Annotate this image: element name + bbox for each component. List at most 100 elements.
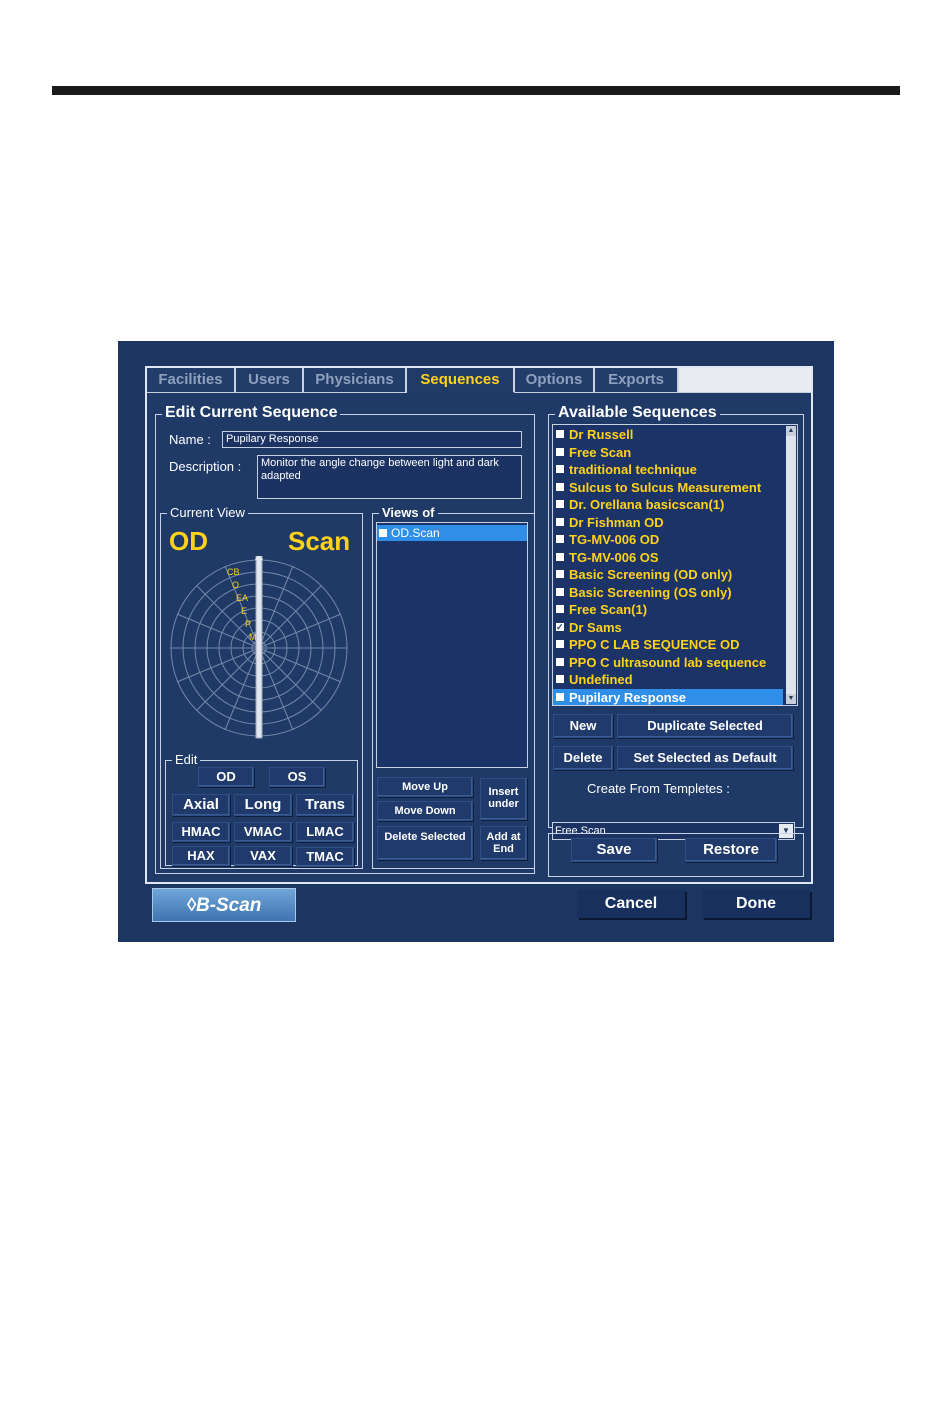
current-view-group: Current View OD Scan CB O EA E P M Edit … (160, 506, 363, 869)
vmac-button[interactable]: VMAC (234, 822, 292, 842)
sequence-list-item[interactable]: TG-MV-006 OS (553, 549, 783, 566)
sequence-checkbox[interactable] (556, 430, 564, 438)
hax-button[interactable]: HAX (172, 846, 230, 866)
vax-button[interactable]: VAX (234, 846, 292, 866)
sequence-label: Undefined (569, 672, 633, 687)
tab-sequences[interactable]: Sequences (407, 368, 515, 393)
view-item-label: OD.Scan (391, 526, 440, 540)
sequence-checkbox[interactable] (556, 605, 564, 613)
tmac-button[interactable]: TMAC (296, 847, 354, 867)
sequence-list-item[interactable]: Dr Fishman OD (553, 514, 783, 531)
sequence-checkbox[interactable] (556, 447, 564, 456)
name-field[interactable]: Pupilary Response (222, 431, 522, 448)
new-sequence-button[interactable]: New (553, 714, 613, 738)
edit-view-title: Edit (172, 753, 201, 767)
trans-button[interactable]: Trans (296, 794, 354, 816)
insert-under-button[interactable]: Insert under (480, 778, 527, 820)
hmac-button[interactable]: HMAC (172, 822, 230, 842)
sequence-checkbox[interactable] (556, 482, 564, 491)
eye-label: OD (169, 526, 208, 556)
move-down-button[interactable]: Move Down (377, 801, 473, 821)
available-sequences-list[interactable]: Dr Russell Free Scan traditional technique… (552, 424, 798, 706)
scroll-down-icon[interactable]: ▼ (786, 694, 796, 704)
lmac-button[interactable]: LMAC (296, 822, 354, 842)
sequence-list-item[interactable]: traditional technique (553, 461, 783, 478)
diagram-label-e: E (241, 606, 248, 616)
done-button[interactable]: Done (702, 890, 810, 918)
sequence-checkbox[interactable] (556, 465, 564, 473)
set-default-button[interactable]: Set Selected as Default (617, 746, 793, 770)
sequence-list-item[interactable]: Pupilary Response (553, 688, 783, 705)
eye-position-diagram[interactable] (167, 556, 357, 746)
sequence-checkbox[interactable] (556, 675, 564, 683)
sequence-list-scrollbar[interactable]: ▲ ▼ (786, 426, 796, 704)
sequence-list-item[interactable]: PPO C ultrasound lab sequence (553, 654, 783, 671)
sequence-list-item[interactable]: Free Scan (553, 444, 783, 461)
sequence-list-item[interactable]: Dr Russell (553, 426, 783, 443)
sequence-list-item[interactable]: Basic Screening (OS only) (553, 584, 783, 601)
available-sequences-title: Available Sequences (555, 405, 720, 421)
delete-selected-view-button[interactable]: Delete Selected (377, 826, 473, 860)
axial-button[interactable]: Axial (172, 794, 230, 816)
delete-sequence-button[interactable]: Delete (553, 746, 613, 770)
logo-text: B-Scan (195, 895, 262, 916)
sequence-list-item[interactable]: TG-MV-006 OD (553, 531, 783, 548)
save-button[interactable]: Save (571, 838, 657, 862)
views-list-item[interactable]: OD.Scan (377, 525, 527, 541)
view-item-checkbox[interactable] (379, 529, 387, 537)
sequence-list-item[interactable]: Dr. Orellana basicscan(1) (553, 496, 783, 513)
diagram-label-p: P (245, 619, 252, 629)
sequence-checkbox[interactable] (556, 640, 564, 648)
sequence-label: TG-MV-006 OS (569, 549, 659, 565)
cancel-button[interactable]: Cancel (577, 890, 685, 918)
sequence-list-item[interactable]: Free Scan(1) (553, 601, 783, 618)
sequence-checkbox[interactable] (556, 500, 564, 508)
sequence-label: Dr. Orellana basicscan(1) (569, 497, 725, 512)
create-from-templates-label: Create From Templetes : (587, 781, 730, 796)
sequence-checkbox[interactable] (556, 692, 564, 701)
tab-options[interactable]: Options (515, 368, 595, 392)
description-field[interactable]: Monitor the angle change between light a… (257, 455, 522, 499)
diagram-label-ea: EA (236, 593, 249, 603)
sequence-checkbox[interactable] (556, 587, 564, 596)
sequence-label: Free Scan(1) (569, 602, 648, 617)
move-up-button[interactable]: Move Up (377, 777, 473, 797)
edit-view-group: Edit OD OS Axial Long Trans HMAC VMAC LM… (165, 753, 358, 867)
duplicate-selected-button[interactable]: Duplicate Selected (617, 714, 793, 738)
long-button[interactable]: Long (234, 794, 292, 816)
tab-facilities[interactable]: Facilities (147, 368, 236, 392)
sequence-checkbox[interactable] (556, 552, 564, 561)
add-at-end-button[interactable]: Add at End (480, 826, 527, 860)
sequence-list-item[interactable]: PPO C LAB SEQUENCE OD (553, 636, 783, 653)
edit-sequence-title: Edit Current Sequence (162, 405, 341, 421)
sequence-label: PPO C LAB SEQUENCE OD (569, 637, 740, 652)
diagram-label-m: M (249, 632, 257, 642)
restore-button[interactable]: Restore (685, 838, 777, 862)
sequence-label: Dr Fishman OD (569, 514, 664, 530)
sequence-list-item[interactable]: Undefined (553, 671, 783, 688)
sequence-label: traditional technique (569, 462, 697, 477)
scroll-up-icon[interactable]: ▲ (786, 426, 796, 436)
logo-mark-icon: ◊ (186, 895, 196, 916)
current-view-title: Current View (167, 506, 248, 520)
sequence-list-item[interactable]: Dr Sams (553, 619, 783, 636)
sequence-checkbox[interactable] (556, 517, 564, 526)
sequence-checkbox[interactable] (556, 619, 564, 636)
sequence-label: TG-MV-006 OD (569, 532, 660, 547)
tab-exports[interactable]: Exports (595, 368, 679, 392)
tab-users[interactable]: Users (236, 368, 304, 392)
scan-mode-label: Scan (288, 526, 351, 556)
od-button[interactable]: OD (198, 767, 254, 787)
sequence-checkbox[interactable] (556, 657, 564, 666)
os-button[interactable]: OS (269, 767, 325, 787)
sequence-list-item[interactable]: Basic Screening (OD only) (553, 566, 783, 583)
sequence-checkbox[interactable] (556, 535, 564, 543)
views-of-title: Views of (379, 506, 438, 520)
sequence-list-item[interactable]: Sulcus to Sulcus Measurement (553, 479, 783, 496)
sequence-checkbox[interactable] (556, 570, 564, 578)
views-list[interactable]: OD.Scan (376, 522, 528, 768)
sequence-label: Basic Screening (OS only) (569, 584, 732, 600)
bscan-logo: ◊B-Scan (152, 888, 296, 922)
sequence-label: Basic Screening (OD only) (569, 567, 733, 582)
tab-physicians[interactable]: Physicians (304, 368, 407, 392)
